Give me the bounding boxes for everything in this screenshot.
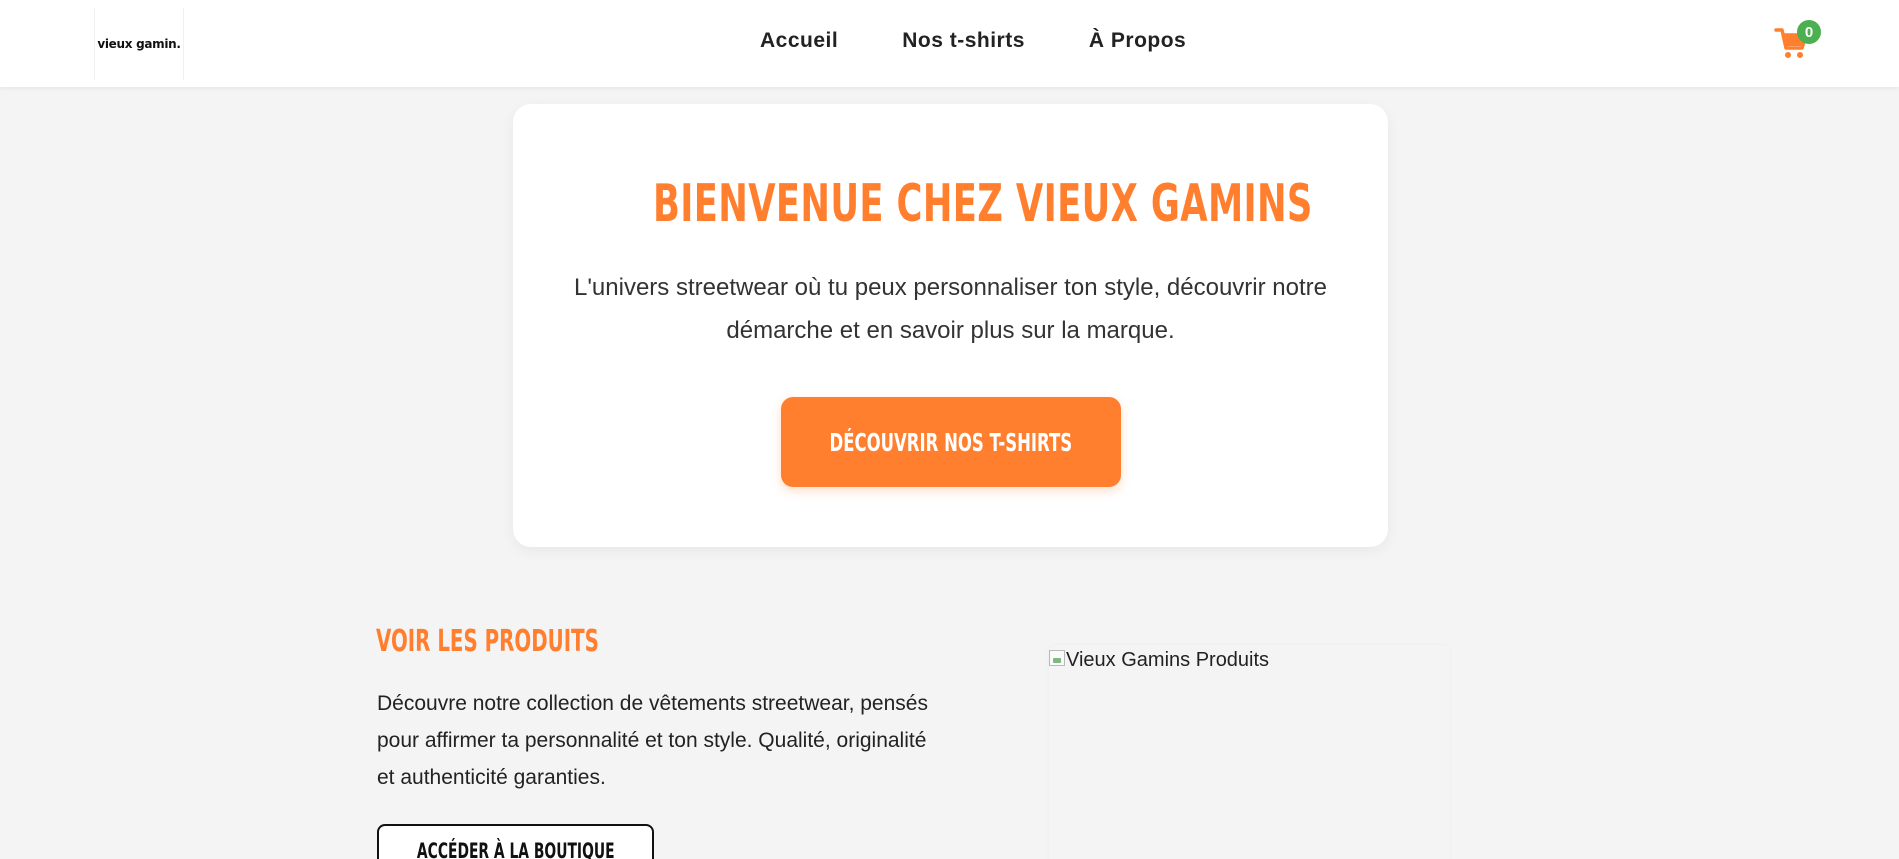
discover-button-label: DÉCOUVRIR NOS T-SHIRTS bbox=[829, 427, 1073, 457]
products-image-alt: Vieux Gamins Produits bbox=[1066, 649, 1270, 671]
nav-item-a-propos[interactable]: À Propos bbox=[1089, 29, 1186, 53]
discover-t-shirts-button[interactable]: DÉCOUVRIR NOS T-SHIRTS bbox=[781, 397, 1121, 487]
logo-text: vieux gamin. bbox=[97, 37, 181, 51]
shop-button-label: ACCÉDER À LA BOUTIQUE bbox=[416, 839, 615, 859]
logo[interactable]: vieux gamin. bbox=[94, 8, 184, 80]
main-nav: Accueil Nos t-shirts À Propos bbox=[760, 29, 1186, 53]
broken-image-placeholder: Vieux Gamins Produits bbox=[1049, 649, 1269, 672]
hero-title: BIENVENUE CHEZ VIEUX GAMINS bbox=[653, 174, 1313, 234]
access-shop-button[interactable]: ACCÉDER À LA BOUTIQUE bbox=[377, 824, 654, 859]
broken-image-icon bbox=[1049, 650, 1065, 666]
cart-count-badge: 0 bbox=[1797, 20, 1821, 44]
hero-card: BIENVENUE CHEZ VIEUX GAMINS L'univers st… bbox=[513, 104, 1388, 547]
products-image: Vieux Gamins Produits bbox=[1049, 645, 1450, 859]
site-header: vieux gamin. Accueil Nos t-shirts À Prop… bbox=[0, 0, 1899, 87]
products-section-title: VOIR LES PRODUITS bbox=[376, 624, 599, 659]
products-section-text: Découvre notre collection de vêtements s… bbox=[377, 692, 928, 789]
nav-item-accueil[interactable]: Accueil bbox=[760, 29, 838, 53]
nav-item-nos-t-shirts[interactable]: Nos t-shirts bbox=[902, 29, 1025, 53]
hero-text: L'univers streetwear où tu peux personna… bbox=[574, 274, 1327, 344]
